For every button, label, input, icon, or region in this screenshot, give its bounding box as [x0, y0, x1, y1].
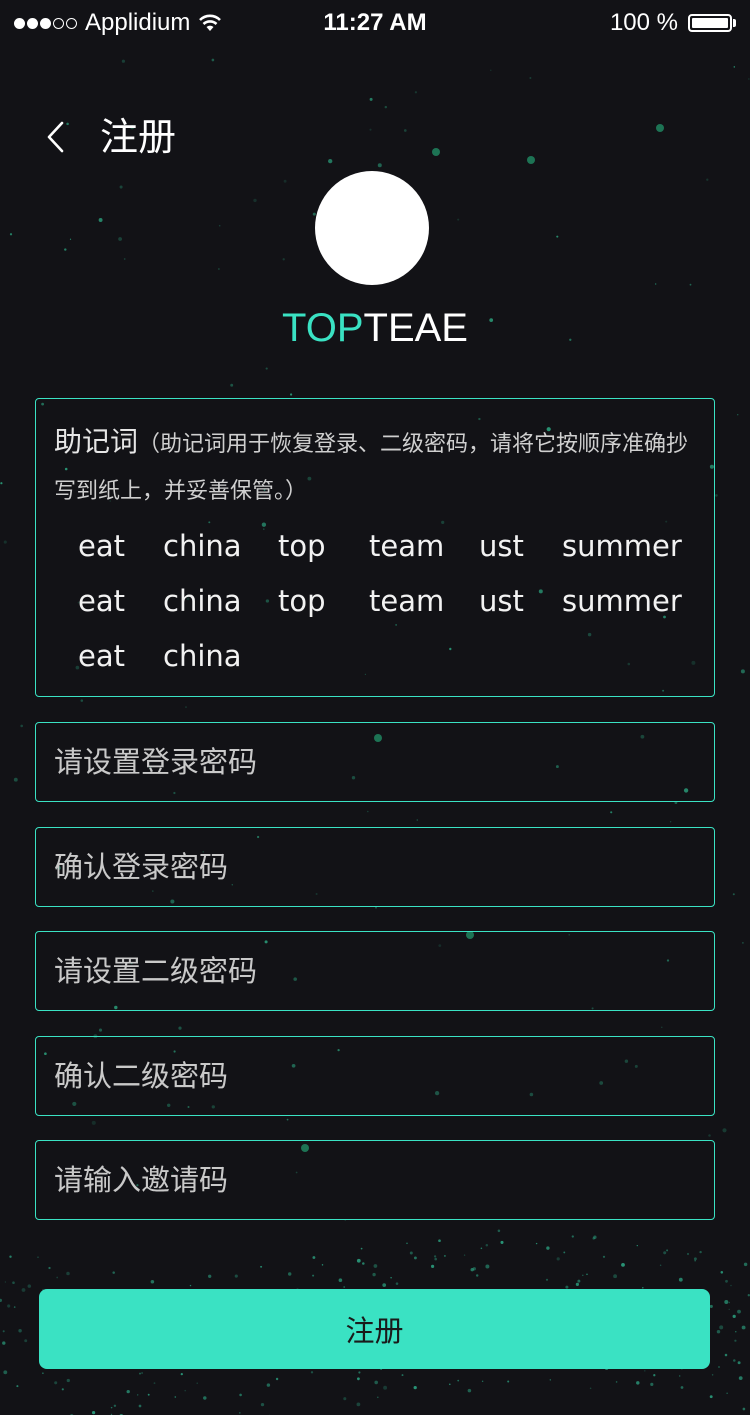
mnemonic-word: summer: [562, 584, 682, 618]
mnemonic-word: top: [278, 529, 326, 563]
mnemonic-word: ust: [479, 529, 524, 563]
battery-tip: [733, 19, 736, 27]
battery-percent: 100 %: [609, 9, 678, 36]
status-right: 100 %: [610, 9, 736, 37]
mnemonic-word: china: [163, 639, 242, 673]
secondary-password-input[interactable]: [36, 932, 714, 1010]
mnemonic-panel: 助记词（助记词用于恢复登录、二级密码，请将它按顺序准确抄写到纸上，并妥善保管。）…: [35, 398, 715, 697]
mnemonic-word: summer: [562, 529, 682, 563]
mnemonic-words: eat china top team ust summer eat china top team u…: [78, 519, 708, 684]
battery-level: [692, 18, 728, 28]
back-button[interactable]: [36, 112, 76, 162]
mnemonic-title: 助记词: [54, 425, 139, 458]
avatar: [315, 171, 429, 285]
brand-name-accent: TOP: [282, 306, 364, 350]
confirm-login-password-input[interactable]: [36, 828, 714, 906]
invite-code-input[interactable]: [36, 1141, 714, 1219]
page-title: 注册: [100, 115, 177, 159]
register-button[interactable]: 注册: [39, 1289, 710, 1369]
mnemonic-word: team: [369, 529, 445, 563]
invite-code-field[interactable]: [35, 1140, 715, 1220]
confirm-secondary-password-field[interactable]: [35, 1036, 715, 1116]
mnemonic-word: eat: [78, 584, 125, 618]
brand-name: TOPTEAE: [0, 306, 750, 351]
login-password-field[interactable]: [35, 722, 715, 802]
mnemonic-word: ust: [479, 584, 524, 618]
confirm-login-password-field[interactable]: [35, 827, 715, 907]
mnemonic-word: eat: [78, 529, 125, 563]
mnemonic-word: top: [278, 584, 326, 618]
mnemonic-word: team: [369, 584, 445, 618]
secondary-password-field[interactable]: [35, 931, 715, 1011]
confirm-secondary-password-input[interactable]: [36, 1037, 714, 1115]
mnemonic-word: china: [163, 584, 242, 618]
battery-icon: [688, 14, 732, 32]
mnemonic-header: 助记词（助记词用于恢复登录、二级密码，请将它按顺序准确抄写到纸上，并妥善保管。）: [54, 419, 702, 516]
brand-name-rest: TEAE: [363, 306, 468, 350]
mnemonic-word: eat: [78, 639, 125, 673]
mnemonic-note: （助记词用于恢复登录、二级密码，请将它按顺序准确抄写到纸上，并妥善保管。）: [54, 432, 689, 504]
mnemonic-word: china: [163, 529, 242, 563]
status-bar: Applidium 11:27 AM 100 %: [0, 0, 750, 48]
chevron-left-icon: [47, 121, 64, 153]
login-password-input[interactable]: [36, 723, 714, 801]
